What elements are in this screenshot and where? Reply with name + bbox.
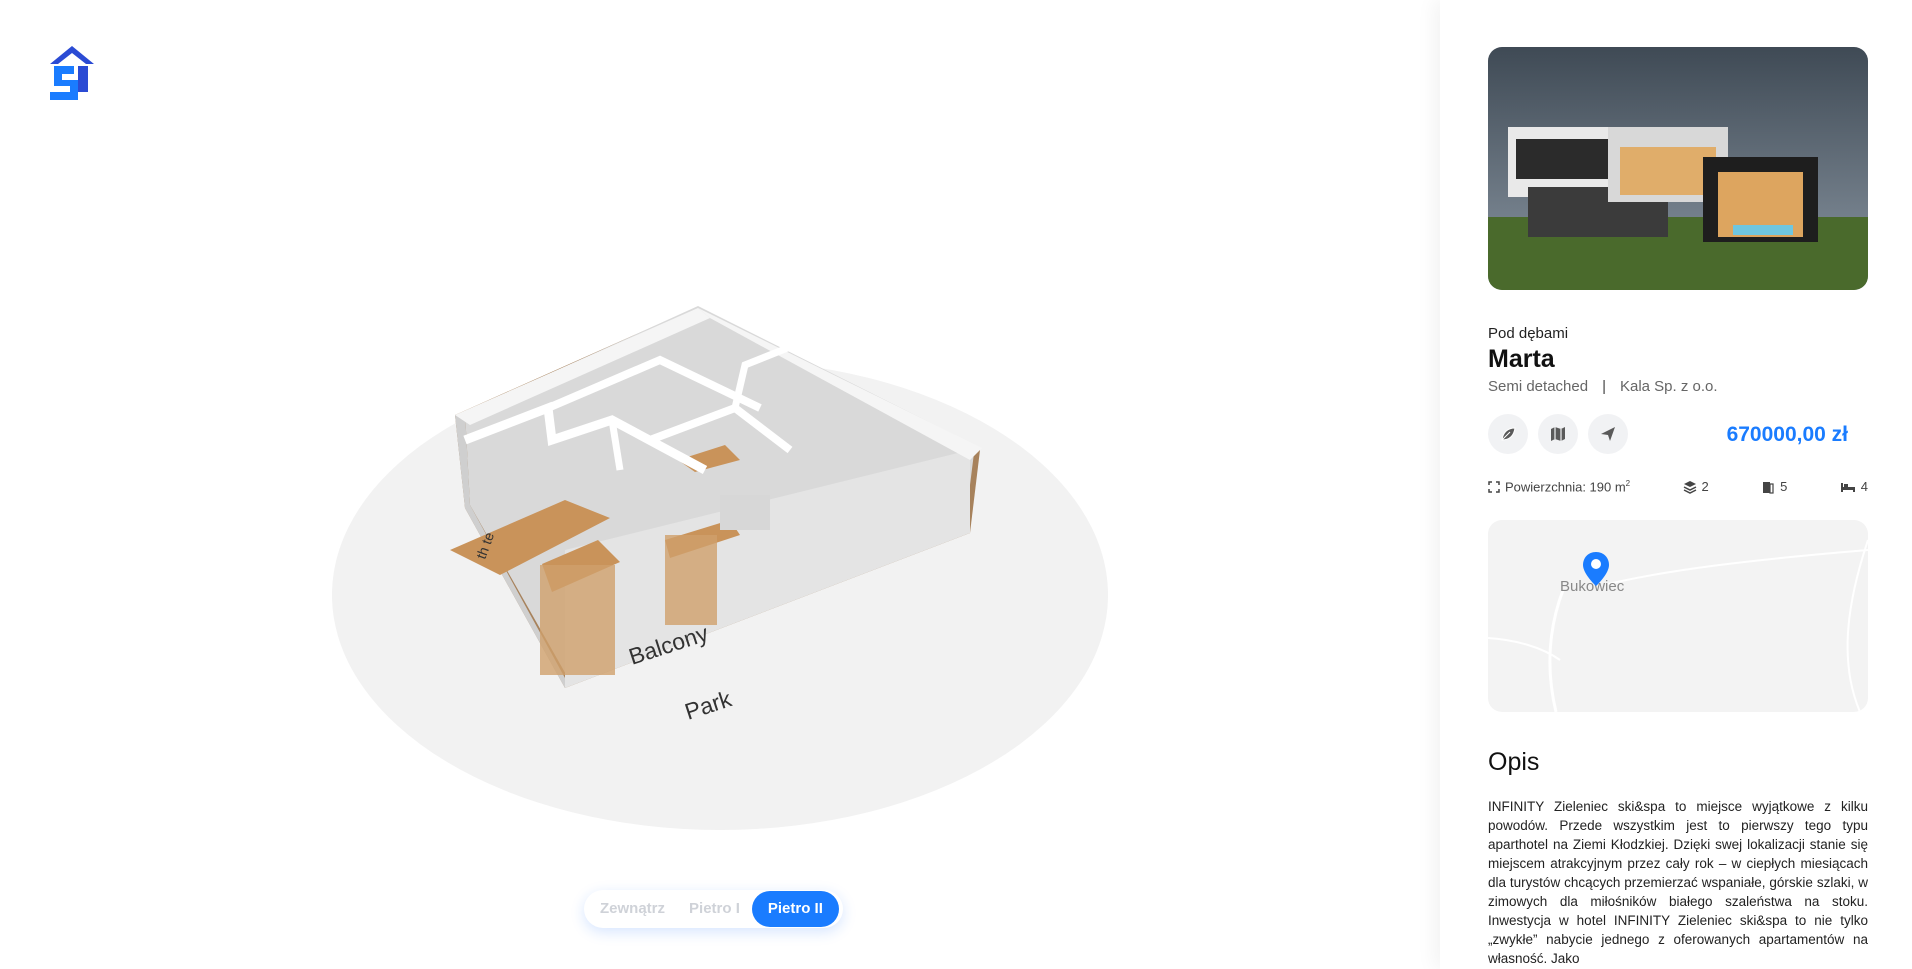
stat-area: Powierzchnia: 190 m2: [1488, 479, 1630, 494]
property-name: Marta: [1488, 345, 1555, 373]
send-button[interactable]: [1588, 414, 1628, 454]
stat-floors: 2: [1683, 479, 1709, 494]
house-s-logo-icon[interactable]: [44, 44, 100, 104]
window: [720, 495, 770, 530]
area-icon: [1488, 480, 1500, 493]
floor-selector: Zewnątrz Pietro I Pietro II: [584, 890, 843, 928]
estate-name: Pod dębami: [1488, 325, 1569, 342]
stat-floors-value: 2: [1701, 479, 1709, 495]
property-stats: Powierzchnia: 190 m2 2 5 4: [1488, 479, 1868, 494]
property-panel: Pod dębami Marta Semi detached | Kala Sp. …: [1440, 0, 1912, 969]
floorplan-3d-scene[interactable]: th te Balcony Park: [320, 300, 1120, 840]
stat-area-unit-sup: 2: [1625, 479, 1631, 488]
map-pin-icon[interactable]: [1582, 551, 1610, 587]
map-roads: [1488, 539, 1868, 712]
description-text: INFINITY Zieleniec ski&spa to miejsce wy…: [1488, 799, 1868, 966]
property-developer: Kala Sp. z o.o.: [1619, 378, 1718, 395]
property-actions: [1488, 414, 1628, 454]
stat-bedrooms-value: 4: [1860, 479, 1868, 495]
layers-icon: [1683, 480, 1696, 494]
leaf-button[interactable]: [1488, 414, 1528, 454]
map-icon: [1551, 427, 1565, 441]
glass-door: [665, 535, 717, 625]
leaf-icon: [1501, 427, 1516, 441]
stat-bedrooms: 4: [1840, 479, 1868, 494]
floorplan-viewer[interactable]: th te Balcony Park Zewnątrz Pietro I Pie…: [0, 0, 1440, 969]
tab-pietro-2[interactable]: Pietro II: [751, 891, 839, 927]
map-button[interactable]: [1538, 414, 1578, 454]
property-price: 670000,00 zł: [1726, 423, 1848, 446]
stat-rooms-value: 5: [1780, 479, 1788, 495]
bed-icon: [1840, 482, 1855, 492]
description-title: Opis: [1488, 748, 1540, 776]
location-map[interactable]: Bukowiec: [1488, 520, 1868, 712]
door-icon: [1763, 481, 1774, 494]
stat-area-value: Powierzchnia: 190 m: [1505, 479, 1626, 495]
tab-zewnatrz[interactable]: Zewnątrz: [588, 891, 677, 927]
tab-pietro-1[interactable]: Pietro I: [677, 891, 752, 927]
glass-door: [540, 565, 615, 675]
meta-separator: |: [1602, 378, 1606, 395]
stat-rooms: 5: [1761, 479, 1787, 494]
send-icon: [1601, 427, 1615, 441]
property-type: Semi detached: [1488, 378, 1589, 395]
property-photo: [1488, 47, 1868, 290]
property-meta: Semi detached | Kala Sp. z o.o.: [1488, 378, 1718, 395]
